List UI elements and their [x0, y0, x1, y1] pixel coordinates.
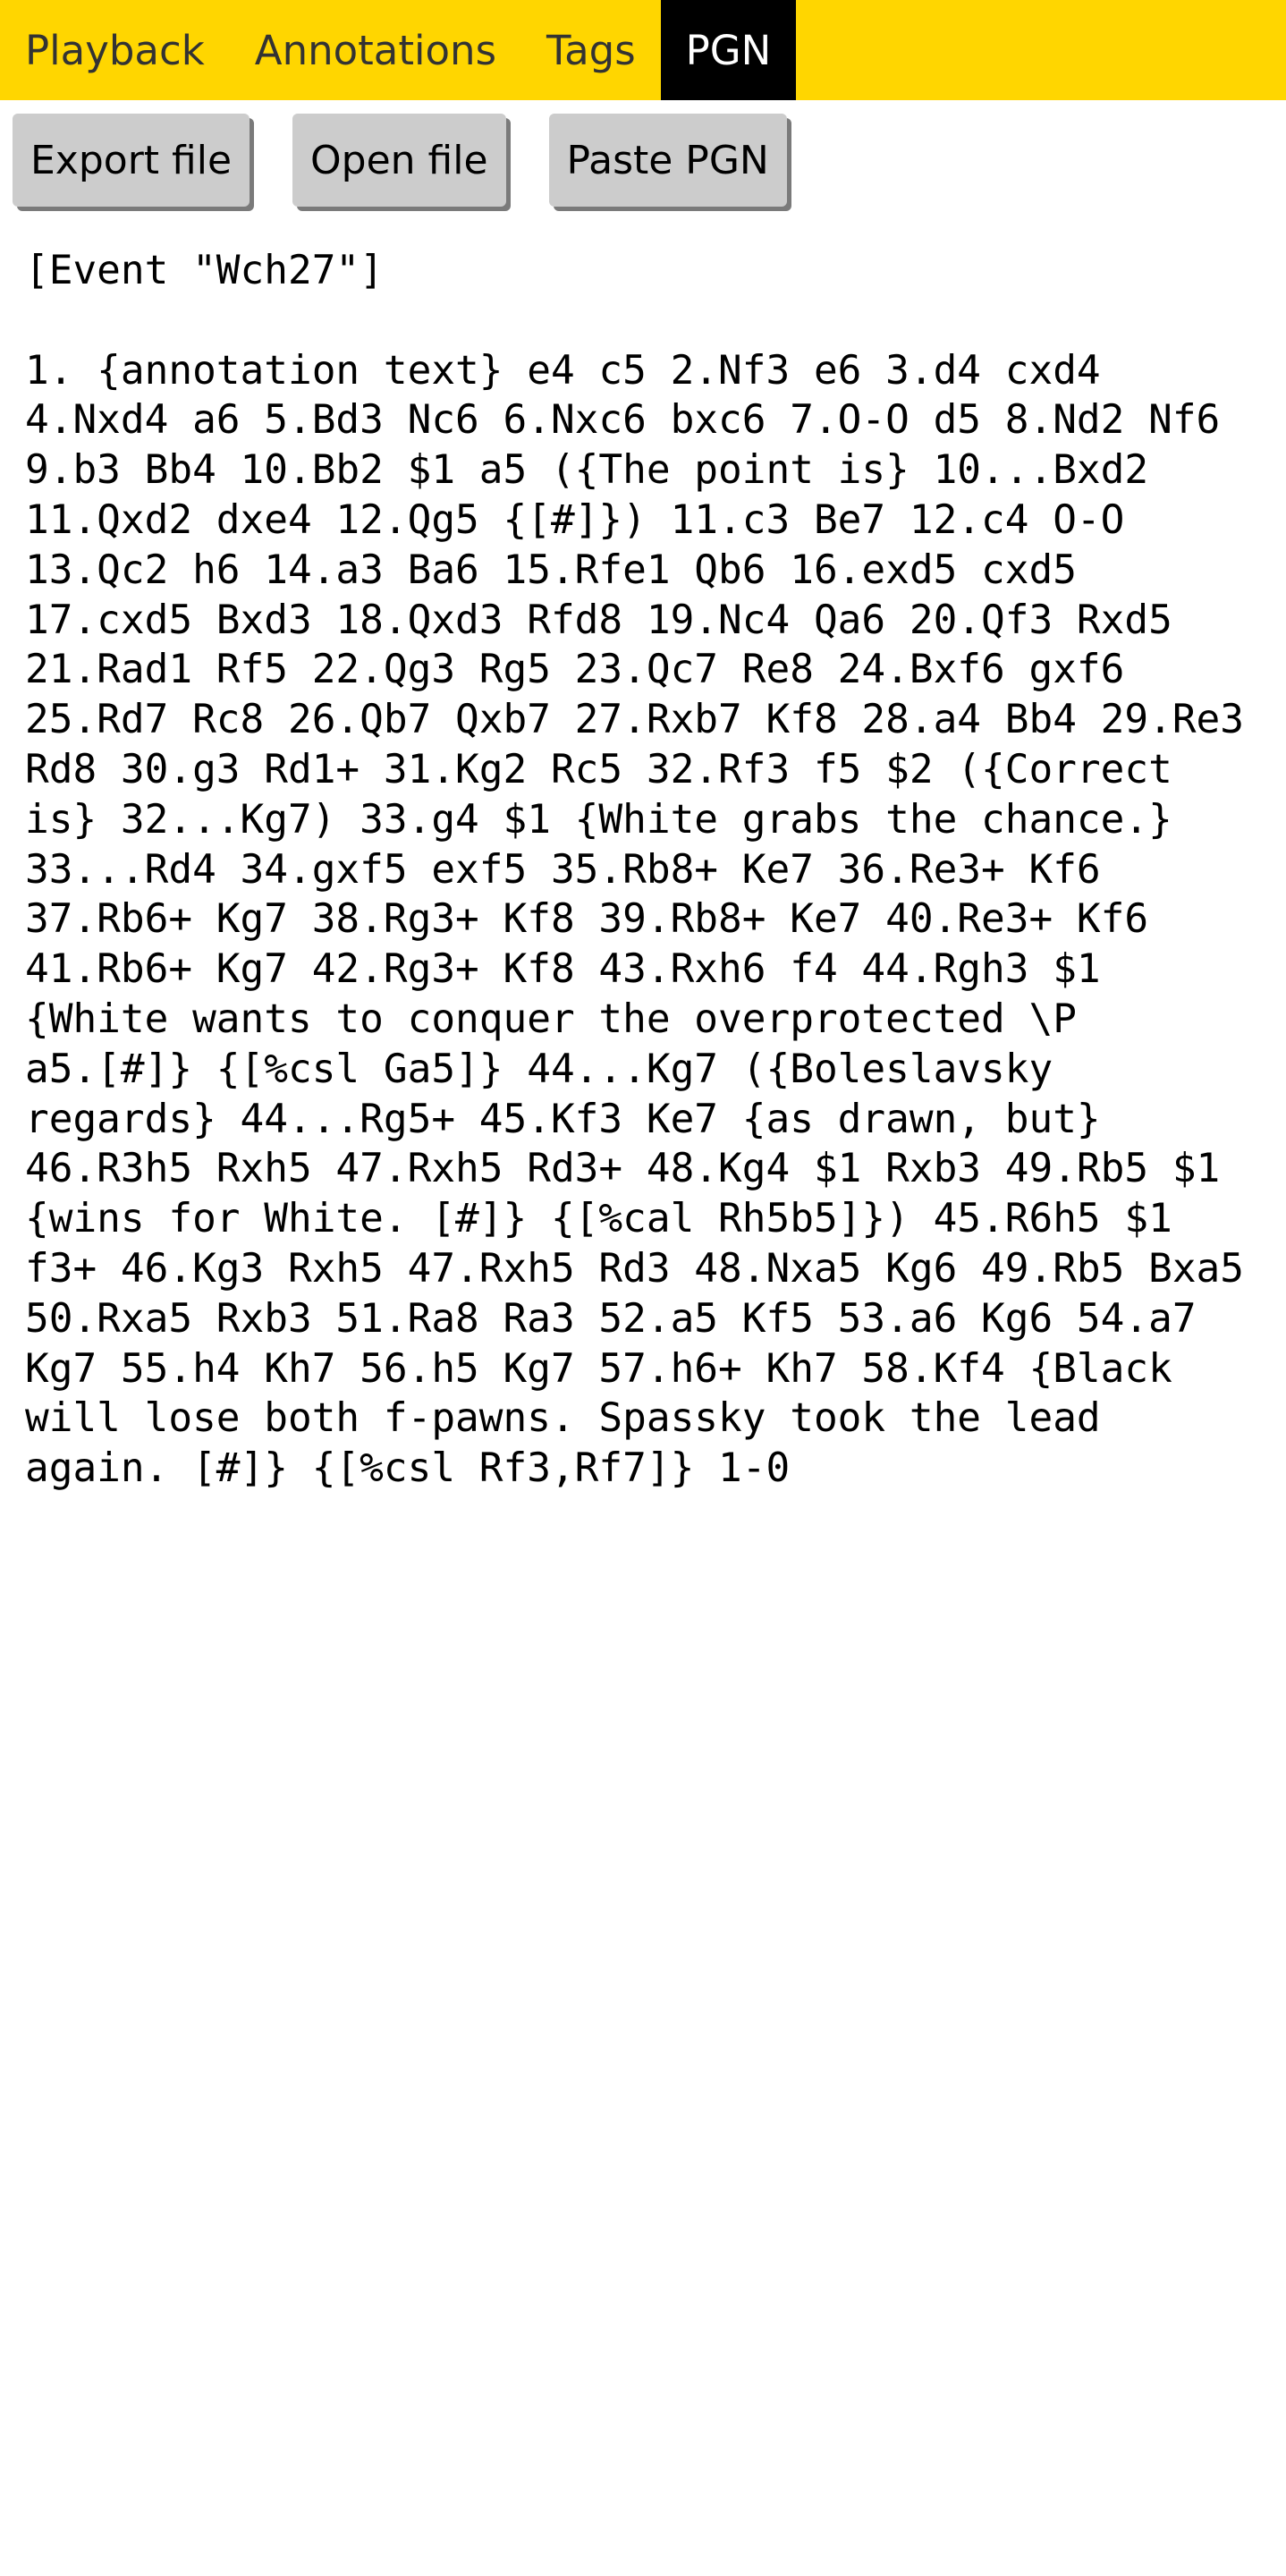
open-file-button[interactable]: Open file: [292, 114, 506, 207]
paste-pgn-button[interactable]: Paste PGN: [548, 114, 787, 207]
pgn-toolbar: Export file Open file Paste PGN: [13, 114, 787, 208]
tab-pgn[interactable]: PGN: [660, 0, 797, 100]
tab-playback[interactable]: Playback: [0, 0, 230, 100]
tab-bar: Playback Annotations Tags PGN: [0, 0, 1286, 100]
tab-tags[interactable]: Tags: [521, 0, 661, 100]
pgn-text: [Event "Wch27"] 1. {annotation text} e4 …: [25, 248, 1244, 1492]
export-file-button[interactable]: Export file: [13, 114, 250, 207]
tab-annotations[interactable]: Annotations: [230, 0, 521, 100]
